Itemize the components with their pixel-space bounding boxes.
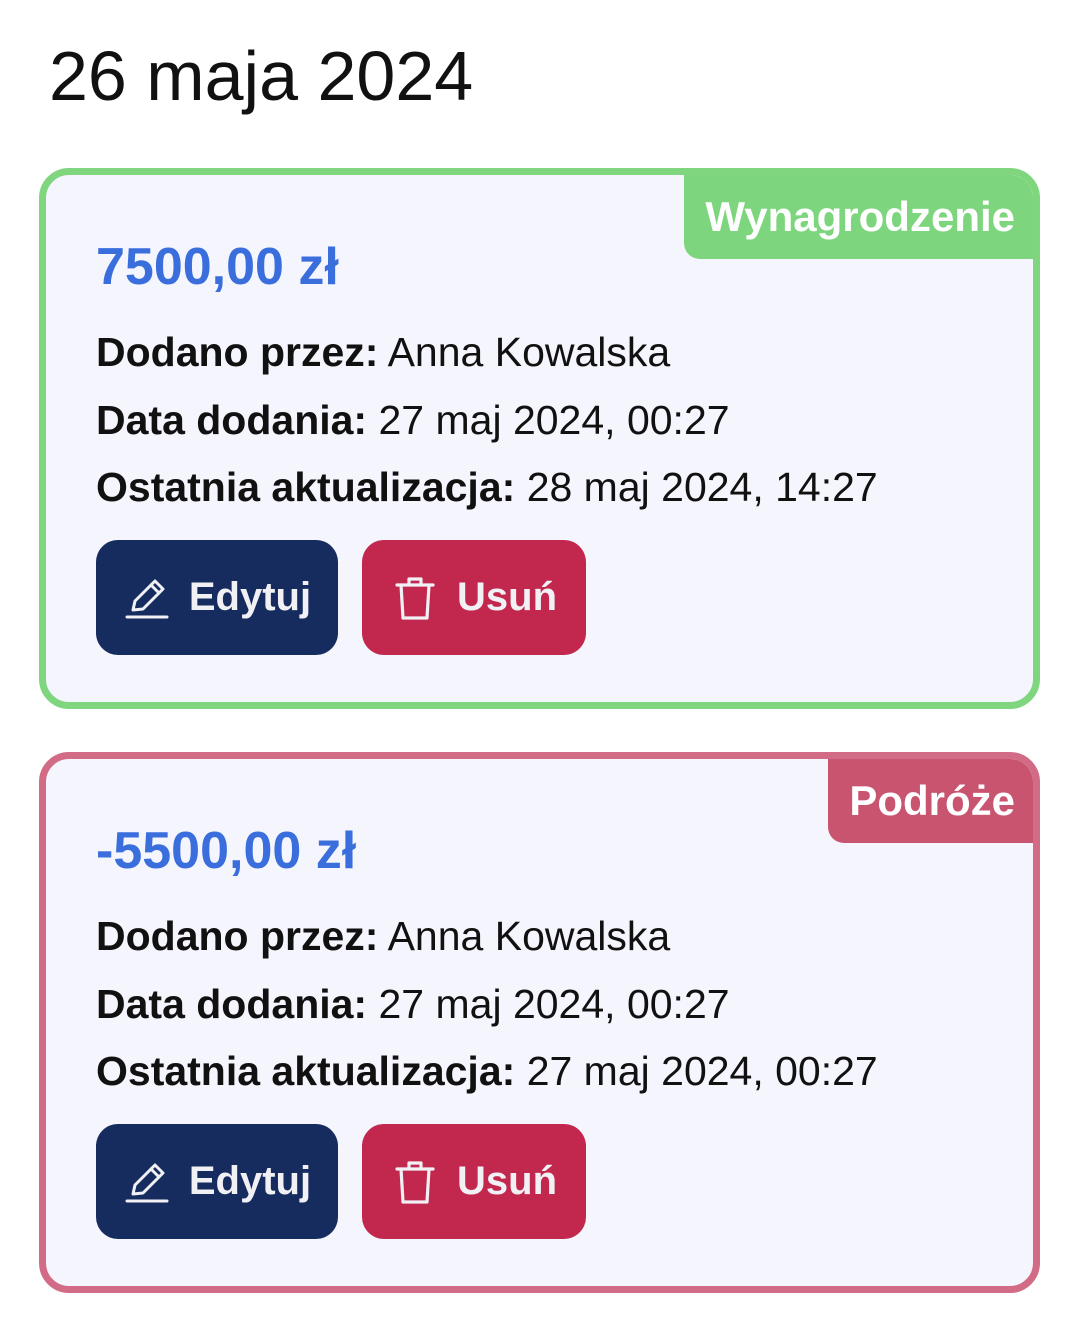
last-update-label: Ostatnia aktualizacja:: [96, 1048, 516, 1094]
added-by-value: Anna Kowalska: [387, 329, 671, 375]
trash-icon: [391, 1158, 439, 1206]
last-update-row: Ostatnia aktualizacja: 28 maj 2024, 14:2…: [96, 463, 878, 511]
delete-button-label: Usuń: [457, 1159, 557, 1203]
date-added-value: 27 maj 2024, 00:27: [378, 397, 730, 443]
edit-button[interactable]: Edytuj: [96, 1124, 338, 1239]
category-badge: Podróże: [828, 759, 1033, 843]
trash-icon: [391, 574, 439, 622]
pencil-icon: [123, 1158, 171, 1206]
last-update-row: Ostatnia aktualizacja: 27 maj 2024, 00:2…: [96, 1047, 878, 1095]
added-by-row: Dodano przez: Anna Kowalska: [96, 912, 670, 960]
transaction-amount: -5500,00 zł: [96, 822, 357, 880]
added-by-value: Anna Kowalska: [387, 913, 671, 959]
date-heading: 26 maja 2024: [49, 37, 474, 115]
last-update-label: Ostatnia aktualizacja:: [96, 464, 516, 510]
last-update-value: 27 maj 2024, 00:27: [526, 1048, 878, 1094]
transaction-card: Podróże -5500,00 zł Dodano przez: Anna K…: [39, 752, 1040, 1293]
edit-button-label: Edytuj: [188, 1159, 312, 1203]
delete-button[interactable]: Usuń: [362, 540, 586, 655]
date-added-row: Data dodania: 27 maj 2024, 00:27: [96, 980, 730, 1028]
delete-button-label: Usuń: [457, 575, 557, 619]
transaction-amount: 7500,00 zł: [96, 238, 339, 296]
date-added-row: Data dodania: 27 maj 2024, 00:27: [96, 396, 730, 444]
transaction-card: Wynagrodzenie 7500,00 zł Dodano przez: A…: [39, 168, 1040, 709]
added-by-row: Dodano przez: Anna Kowalska: [96, 328, 670, 376]
date-added-label: Data dodania:: [96, 981, 368, 1027]
added-by-label: Dodano przez:: [96, 329, 379, 375]
pencil-icon: [123, 574, 171, 622]
added-by-label: Dodano przez:: [96, 913, 379, 959]
date-added-label: Data dodania:: [96, 397, 368, 443]
edit-button-label: Edytuj: [188, 575, 312, 619]
edit-button[interactable]: Edytuj: [96, 540, 338, 655]
date-added-value: 27 maj 2024, 00:27: [378, 981, 730, 1027]
category-badge: Wynagrodzenie: [684, 175, 1033, 259]
delete-button[interactable]: Usuń: [362, 1124, 586, 1239]
last-update-value: 28 maj 2024, 14:27: [526, 464, 878, 510]
